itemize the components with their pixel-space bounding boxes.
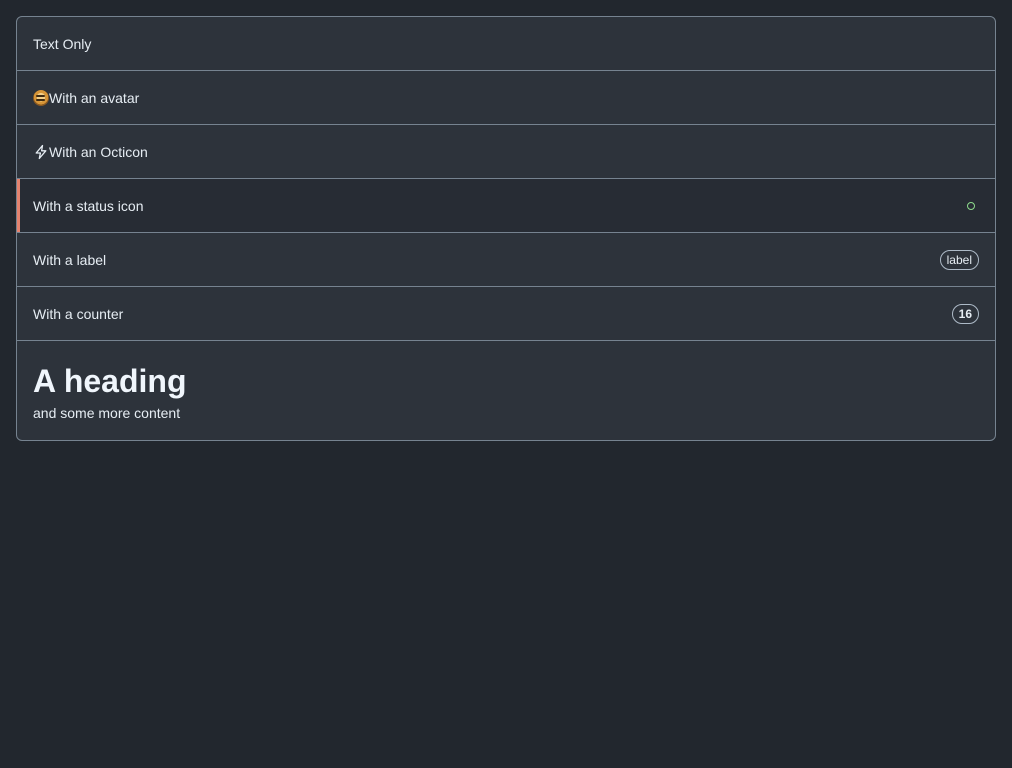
list-item-label: With a status icon [33, 197, 144, 214]
list-item-label: With an avatar [49, 89, 140, 106]
section-heading: A heading [33, 363, 187, 399]
zap-icon [33, 144, 49, 160]
avatar [33, 89, 49, 106]
list-item-octicon[interactable]: With an Octicon [17, 125, 995, 179]
list-item-status[interactable]: With a status icon [17, 179, 995, 233]
list-item-label: With an Octicon [49, 143, 148, 160]
list-box: Text Only With an avatar With an Octicon… [16, 16, 996, 441]
list-item-label-row[interactable]: With a label label [17, 233, 995, 287]
list-item-avatar[interactable]: With an avatar [17, 71, 995, 125]
open-circle-icon [967, 201, 975, 210]
label-badge: label [939, 249, 979, 270]
list-item-label: Text Only [33, 35, 92, 52]
list-item-text-only[interactable]: Text Only [17, 17, 995, 71]
list-item-label: With a counter [33, 305, 124, 322]
counter-badge: 16 [951, 303, 979, 324]
section-content: and some more content [33, 405, 181, 421]
list-item-label: With a label [33, 251, 107, 268]
list-item-counter[interactable]: With a counter 16 [17, 287, 995, 341]
heading-item: A heading and some more content [17, 341, 995, 440]
